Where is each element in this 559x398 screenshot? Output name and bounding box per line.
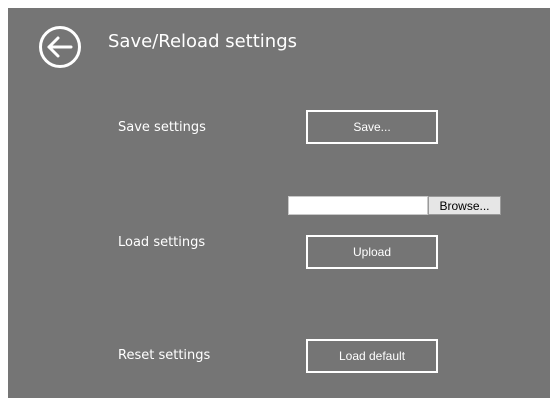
save-button[interactable]: Save... <box>306 110 438 144</box>
load-default-button[interactable]: Load default <box>306 339 438 373</box>
upload-button[interactable]: Upload <box>306 235 438 269</box>
file-path-input[interactable] <box>288 196 428 215</box>
load-settings-label: Load settings <box>118 235 206 250</box>
back-button[interactable] <box>38 25 82 69</box>
reset-settings-label: Reset settings <box>118 348 211 363</box>
settings-panel: Save/Reload settings Save settings Save.… <box>8 8 550 398</box>
page-title: Save/Reload settings <box>108 31 297 52</box>
save-settings-label: Save settings <box>118 120 206 135</box>
browse-button[interactable]: Browse... <box>428 196 501 215</box>
arrow-left-circle-icon <box>39 26 81 68</box>
